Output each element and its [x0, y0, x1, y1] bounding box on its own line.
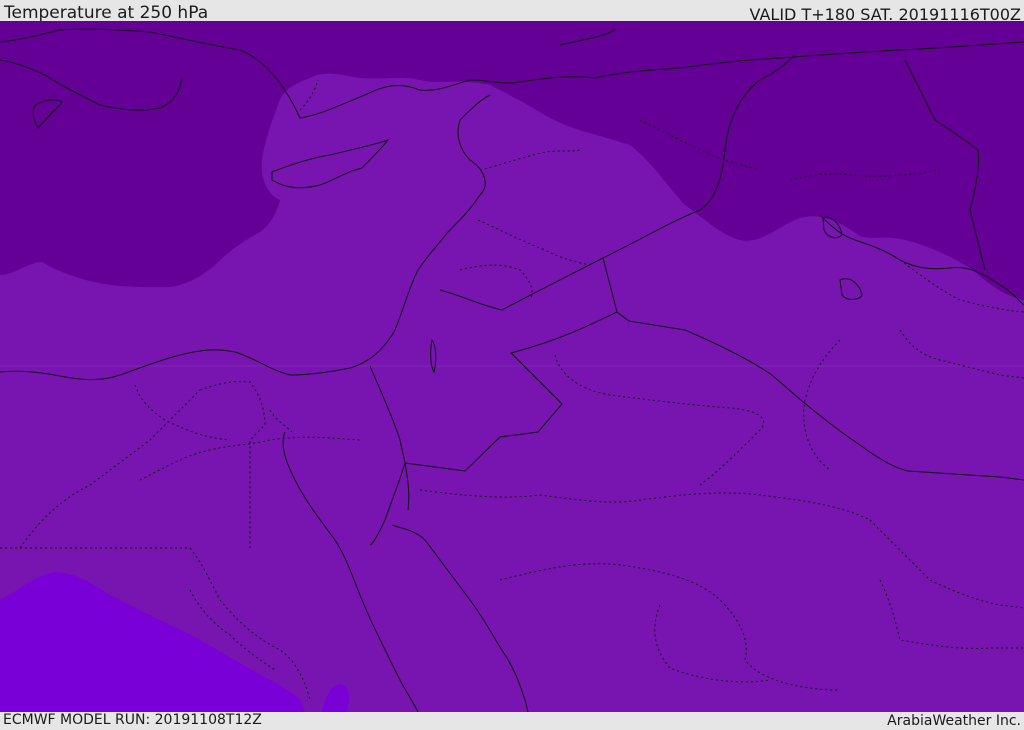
temperature-map[interactable]	[0, 21, 1024, 712]
header-bar: Temperature at 250 hPa VALID T+180 SAT. …	[0, 0, 1024, 24]
model-run-label: ECMWF MODEL RUN: 20191108T12Z	[3, 712, 262, 728]
footer-bar: ECMWF MODEL RUN: 20191108T12Z ArabiaWeat…	[0, 712, 1024, 729]
credit-label: ArabiaWeather Inc.	[887, 713, 1021, 729]
